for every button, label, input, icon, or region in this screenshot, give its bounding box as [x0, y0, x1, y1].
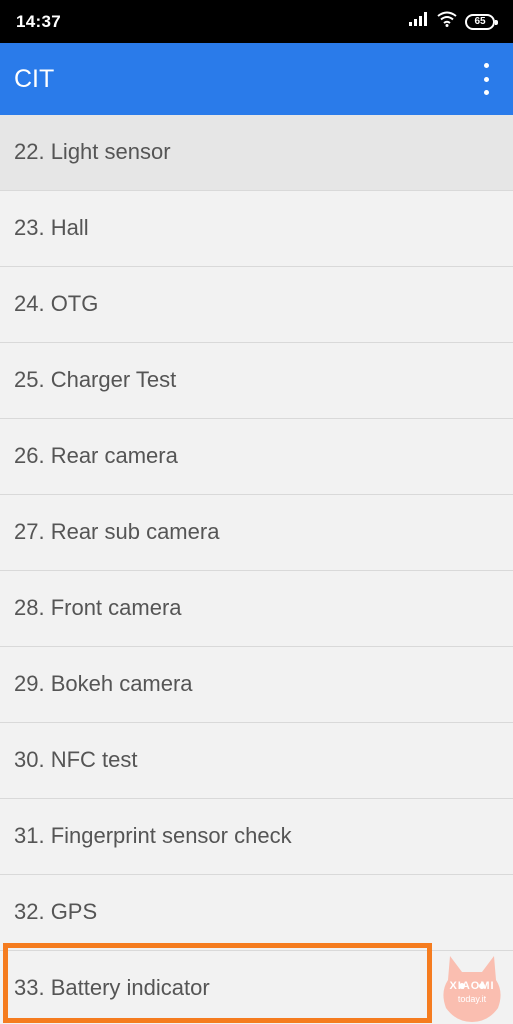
list-item[interactable]: 23. Hall — [0, 191, 513, 267]
status-bar: 14:37 65 — [0, 0, 513, 43]
wifi-icon — [437, 11, 457, 32]
list-item-label: 32. GPS — [14, 899, 98, 924]
list-item[interactable]: 27. Rear sub camera — [0, 495, 513, 571]
list-item[interactable]: 31. Fingerprint sensor check — [0, 799, 513, 875]
watermark-site: today.it — [457, 994, 487, 1004]
list-item[interactable]: 32. GPS — [0, 875, 513, 951]
watermark-brand: XIAOMI — [449, 980, 495, 992]
app-title: CIT — [14, 65, 55, 93]
list-item[interactable]: 22. Light sensor — [0, 115, 513, 191]
list-item-label: 24. OTG — [14, 291, 99, 316]
screen: 14:37 65 CIT 22. Light sensor 23. Hall 2… — [0, 0, 513, 1024]
test-list: 22. Light sensor 23. Hall 24. OTG 25. Ch… — [0, 115, 513, 1024]
status-icons: 65 — [409, 11, 498, 32]
list-item-label: 22. Light sensor — [14, 139, 171, 164]
signal-icon — [409, 12, 429, 31]
list-item[interactable]: 26. Rear camera — [0, 419, 513, 495]
status-time: 14:37 — [16, 12, 61, 31]
battery-icon: 65 — [465, 13, 498, 30]
list-item[interactable]: 24. OTG — [0, 267, 513, 343]
battery-level: 65 — [474, 15, 486, 27]
watermark-logo: XIAOMI today.it — [432, 950, 512, 1024]
more-vert-icon[interactable] — [479, 63, 493, 95]
list-item-label: 31. Fingerprint sensor check — [14, 823, 292, 848]
app-bar: CIT — [0, 43, 513, 115]
list-item-label: 28. Front camera — [14, 595, 182, 620]
list-item[interactable]: 25. Charger Test — [0, 343, 513, 419]
list-item-label: 26. Rear camera — [14, 443, 178, 468]
list-item[interactable]: 29. Bokeh camera — [0, 647, 513, 723]
list-item-label: 29. Bokeh camera — [14, 671, 193, 696]
list-item-label: 23. Hall — [14, 215, 89, 240]
list-item[interactable]: 28. Front camera — [0, 571, 513, 647]
list-item[interactable]: 30. NFC test — [0, 723, 513, 799]
list-item-label: 27. Rear sub camera — [14, 519, 220, 544]
list-item-label: 25. Charger Test — [14, 367, 177, 392]
list-item-label: 33. Battery indicator — [14, 975, 210, 1000]
list-item-label: 30. NFC test — [14, 747, 138, 772]
